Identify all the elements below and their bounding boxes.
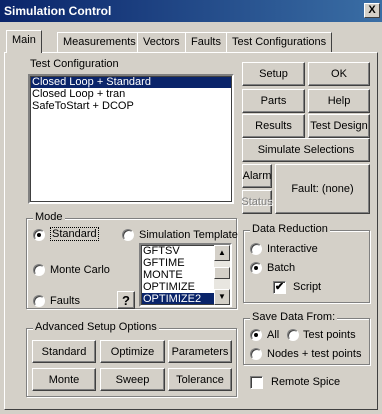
remote-spice-checkbox[interactable] (250, 376, 263, 389)
mode-standard-radio[interactable] (33, 229, 45, 241)
list-item[interactable]: Closed Loop + Standard (30, 76, 232, 88)
tab-test-configurations[interactable]: Test Configurations (226, 32, 333, 52)
parameters-button[interactable]: Parameters (168, 340, 232, 363)
interactive-radio[interactable] (250, 243, 262, 255)
advanced-standard-label: Standard (41, 345, 87, 358)
scroll-down-icon[interactable]: ▼ (214, 289, 230, 305)
mode-monte-carlo-radio[interactable] (33, 264, 45, 276)
results-button[interactable]: Results (242, 114, 305, 138)
optimize-button[interactable]: Optimize (100, 340, 165, 363)
mode-simulation-template-label: Simulation Template (139, 229, 238, 241)
list-item[interactable]: Closed Loop + tran (30, 88, 232, 100)
help-button-label: Help (327, 95, 351, 107)
results-button-label: Results (255, 120, 292, 132)
remote-spice-label: Remote Spice (271, 376, 341, 388)
window-title: Simulation Control (4, 4, 112, 18)
fault-button-label: Fault: (none) (291, 183, 354, 195)
script-checkbox[interactable]: ✔ (273, 281, 286, 294)
test-configuration-list[interactable]: Closed Loop + Standard Closed Loop + tra… (28, 74, 234, 204)
tab-main[interactable]: Main (6, 30, 42, 53)
setup-button-label: Setup (259, 68, 288, 80)
script-label: Script (293, 281, 322, 293)
save-nodes-test-points-label: Nodes + test points (267, 348, 362, 360)
status-button-label: Status (241, 196, 273, 208)
batch-label: Batch (267, 262, 296, 274)
status-button[interactable]: Status (241, 190, 273, 214)
advanced-setup-title: Advanced Setup Options (33, 321, 159, 333)
simulate-selections-button-label: Simulate Selections (257, 144, 355, 156)
list-item[interactable]: SafeToStart + DCOP (30, 100, 232, 112)
tolerance-label: Tolerance (176, 373, 224, 386)
template-scrollbar[interactable]: ▲ ▼ (214, 245, 230, 305)
setup-button[interactable]: Setup (242, 62, 305, 86)
alarm-button[interactable]: Alarm (242, 164, 272, 188)
save-all-label: All (267, 329, 280, 341)
mode-standard-label-wrap: Standard (50, 227, 99, 241)
mode-group-title: Mode (33, 211, 65, 223)
monte-label: Monte (48, 373, 80, 386)
mode-monte-carlo-label: Monte Carlo (50, 264, 110, 276)
test-configuration-label: Test Configuration (30, 58, 119, 70)
advanced-standard-button[interactable]: Standard (32, 340, 96, 363)
mode-faults-label: Faults (50, 295, 80, 307)
data-reduction-title: Data Reduction (250, 223, 330, 235)
sweep-label: Sweep (115, 373, 150, 386)
parts-button-label: Parts (260, 95, 287, 107)
close-icon[interactable]: X (364, 3, 380, 18)
scroll-up-icon[interactable]: ▲ (214, 245, 230, 261)
tab-faults[interactable]: Faults (185, 32, 227, 52)
monte-button[interactable]: Monte (32, 368, 96, 391)
help-button[interactable]: Help (308, 89, 370, 113)
window-title-bar[interactable]: Simulation Control (0, 0, 382, 22)
tab-vectors[interactable]: Vectors (137, 32, 186, 52)
parameters-label: Parameters (171, 345, 229, 358)
mode-faults-radio[interactable] (33, 295, 45, 307)
ok-button-label: OK (331, 68, 347, 80)
save-data-title: Save Data From: (250, 311, 338, 323)
sweep-button[interactable]: Sweep (100, 368, 165, 391)
mode-simulation-template-radio[interactable] (122, 229, 134, 241)
tolerance-button[interactable]: Tolerance (168, 368, 232, 391)
save-test-points-label: Test points (303, 329, 356, 341)
mode-standard-label: Standard (50, 227, 99, 241)
interactive-label: Interactive (267, 243, 318, 255)
save-nodes-test-points-radio[interactable] (250, 348, 262, 360)
save-test-points-radio[interactable] (287, 329, 299, 341)
scroll-thumb[interactable] (214, 267, 230, 279)
save-all-radio[interactable] (250, 329, 262, 341)
batch-radio[interactable] (250, 262, 262, 274)
ok-button[interactable]: OK (308, 62, 370, 86)
alarm-button-label: Alarm (242, 170, 272, 182)
simulate-selections-button[interactable]: Simulate Selections (242, 138, 370, 162)
parts-button[interactable]: Parts (242, 89, 305, 113)
test-design-button-label: Test Design (310, 120, 368, 132)
tab-measurements[interactable]: Measurements (57, 32, 142, 52)
test-design-button[interactable]: Test Design (308, 114, 370, 138)
help-question-icon[interactable]: ? (117, 291, 135, 309)
optimize-label: Optimize (110, 345, 155, 358)
fault-button[interactable]: Fault: (none) (275, 164, 370, 214)
